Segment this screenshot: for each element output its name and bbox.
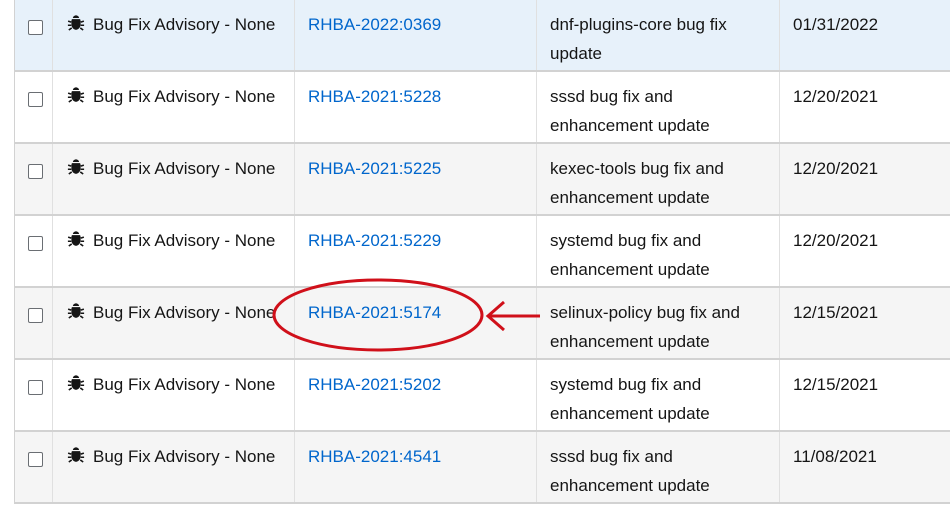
type-cell: Bug Fix Advisory - None [53, 144, 295, 214]
type-label: Bug Fix Advisory - None [93, 231, 276, 250]
synopsis-text: kexec-tools bug fix and enhancement upda… [550, 159, 724, 207]
row-checkbox[interactable] [28, 308, 43, 323]
type-cell: Bug Fix Advisory - None [53, 432, 295, 502]
table-row[interactable]: Bug Fix Advisory - None RHBA-2021:5229 s… [15, 216, 950, 288]
id-cell: RHBA-2021:5202 [295, 360, 537, 430]
date-text: 12/15/2021 [793, 303, 879, 322]
id-cell: RHBA-2021:5229 [295, 216, 537, 286]
advisory-link[interactable]: RHBA-2021:5229 [308, 231, 441, 250]
synopsis-cell: dnf-plugins-core bug fix update [537, 0, 780, 70]
synopsis-text: systemd bug fix and enhancement update [550, 375, 710, 423]
id-cell: RHBA-2021:4541 [295, 432, 537, 502]
id-cell: RHBA-2021:5174 [295, 288, 537, 358]
bug-icon [67, 447, 85, 463]
advisory-link[interactable]: RHBA-2021:5174 [308, 303, 441, 322]
type-label: Bug Fix Advisory - None [93, 375, 276, 394]
row-checkbox[interactable] [28, 236, 43, 251]
bug-icon [67, 231, 85, 247]
bug-icon [67, 159, 85, 175]
row-checkbox[interactable] [28, 20, 43, 35]
table-row[interactable]: Bug Fix Advisory - None RHBA-2021:4541 s… [15, 432, 950, 504]
synopsis-text: sssd bug fix and enhancement update [550, 87, 710, 135]
synopsis-text: systemd bug fix and enhancement update [550, 231, 710, 279]
bug-icon [67, 87, 85, 103]
type-cell: Bug Fix Advisory - None [53, 360, 295, 430]
date-cell: 12/20/2021 [780, 144, 950, 214]
synopsis-text: sssd bug fix and enhancement update [550, 447, 710, 495]
date-text: 12/20/2021 [793, 231, 879, 250]
id-cell: RHBA-2022:0369 [295, 0, 537, 70]
date-cell: 12/15/2021 [780, 288, 950, 358]
advisory-link[interactable]: RHBA-2021:4541 [308, 447, 441, 466]
advisory-link[interactable]: RHBA-2021:5225 [308, 159, 441, 178]
date-cell: 01/31/2022 [780, 0, 950, 70]
advisory-link[interactable]: RHBA-2021:5228 [308, 87, 441, 106]
synopsis-cell: kexec-tools bug fix and enhancement upda… [537, 144, 780, 214]
checkbox-cell [15, 288, 53, 358]
synopsis-text: selinux-policy bug fix and enhancement u… [550, 303, 740, 351]
type-cell: Bug Fix Advisory - None [53, 288, 295, 358]
table-row[interactable]: Bug Fix Advisory - None RHBA-2021:5202 s… [15, 360, 950, 432]
type-label: Bug Fix Advisory - None [93, 303, 276, 322]
date-cell: 11/08/2021 [780, 432, 950, 502]
date-text: 12/20/2021 [793, 159, 879, 178]
synopsis-cell: sssd bug fix and enhancement update [537, 72, 780, 142]
type-cell: Bug Fix Advisory - None [53, 0, 295, 70]
type-label: Bug Fix Advisory - None [93, 15, 276, 34]
date-text: 11/08/2021 [793, 447, 877, 466]
checkbox-cell [15, 144, 53, 214]
date-text: 12/15/2021 [793, 375, 879, 394]
type-label: Bug Fix Advisory - None [93, 87, 276, 106]
bug-icon [67, 375, 85, 391]
checkbox-cell [15, 72, 53, 142]
checkbox-cell [15, 432, 53, 502]
synopsis-text: dnf-plugins-core bug fix update [550, 15, 727, 63]
checkbox-cell [15, 216, 53, 286]
type-label: Bug Fix Advisory - None [93, 447, 276, 466]
row-checkbox[interactable] [28, 452, 43, 467]
advisory-link[interactable]: RHBA-2022:0369 [308, 15, 441, 34]
date-cell: 12/15/2021 [780, 360, 950, 430]
advisory-link[interactable]: RHBA-2021:5202 [308, 375, 441, 394]
row-checkbox[interactable] [28, 380, 43, 395]
synopsis-cell: systemd bug fix and enhancement update [537, 216, 780, 286]
row-checkbox[interactable] [28, 92, 43, 107]
date-text: 12/20/2021 [793, 87, 879, 106]
type-cell: Bug Fix Advisory - None [53, 216, 295, 286]
table-row[interactable]: Bug Fix Advisory - None RHBA-2021:5225 k… [15, 144, 950, 216]
date-cell: 12/20/2021 [780, 72, 950, 142]
id-cell: RHBA-2021:5225 [295, 144, 537, 214]
table-row[interactable]: Bug Fix Advisory - None RHBA-2022:0369 d… [15, 0, 950, 72]
id-cell: RHBA-2021:5228 [295, 72, 537, 142]
synopsis-cell: sssd bug fix and enhancement update [537, 432, 780, 502]
synopsis-cell: selinux-policy bug fix and enhancement u… [537, 288, 780, 358]
errata-table: Bug Fix Advisory - None RHBA-2022:0369 d… [14, 0, 950, 504]
type-cell: Bug Fix Advisory - None [53, 72, 295, 142]
type-label: Bug Fix Advisory - None [93, 159, 276, 178]
date-cell: 12/20/2021 [780, 216, 950, 286]
row-checkbox[interactable] [28, 164, 43, 179]
table-row[interactable]: Bug Fix Advisory - None RHBA-2021:5174 s… [15, 288, 950, 360]
bug-icon [67, 303, 85, 319]
checkbox-cell [15, 360, 53, 430]
table-row[interactable]: Bug Fix Advisory - None RHBA-2021:5228 s… [15, 72, 950, 144]
bug-icon [67, 15, 85, 31]
synopsis-cell: systemd bug fix and enhancement update [537, 360, 780, 430]
date-text: 01/31/2022 [793, 15, 879, 34]
checkbox-cell [15, 0, 53, 70]
